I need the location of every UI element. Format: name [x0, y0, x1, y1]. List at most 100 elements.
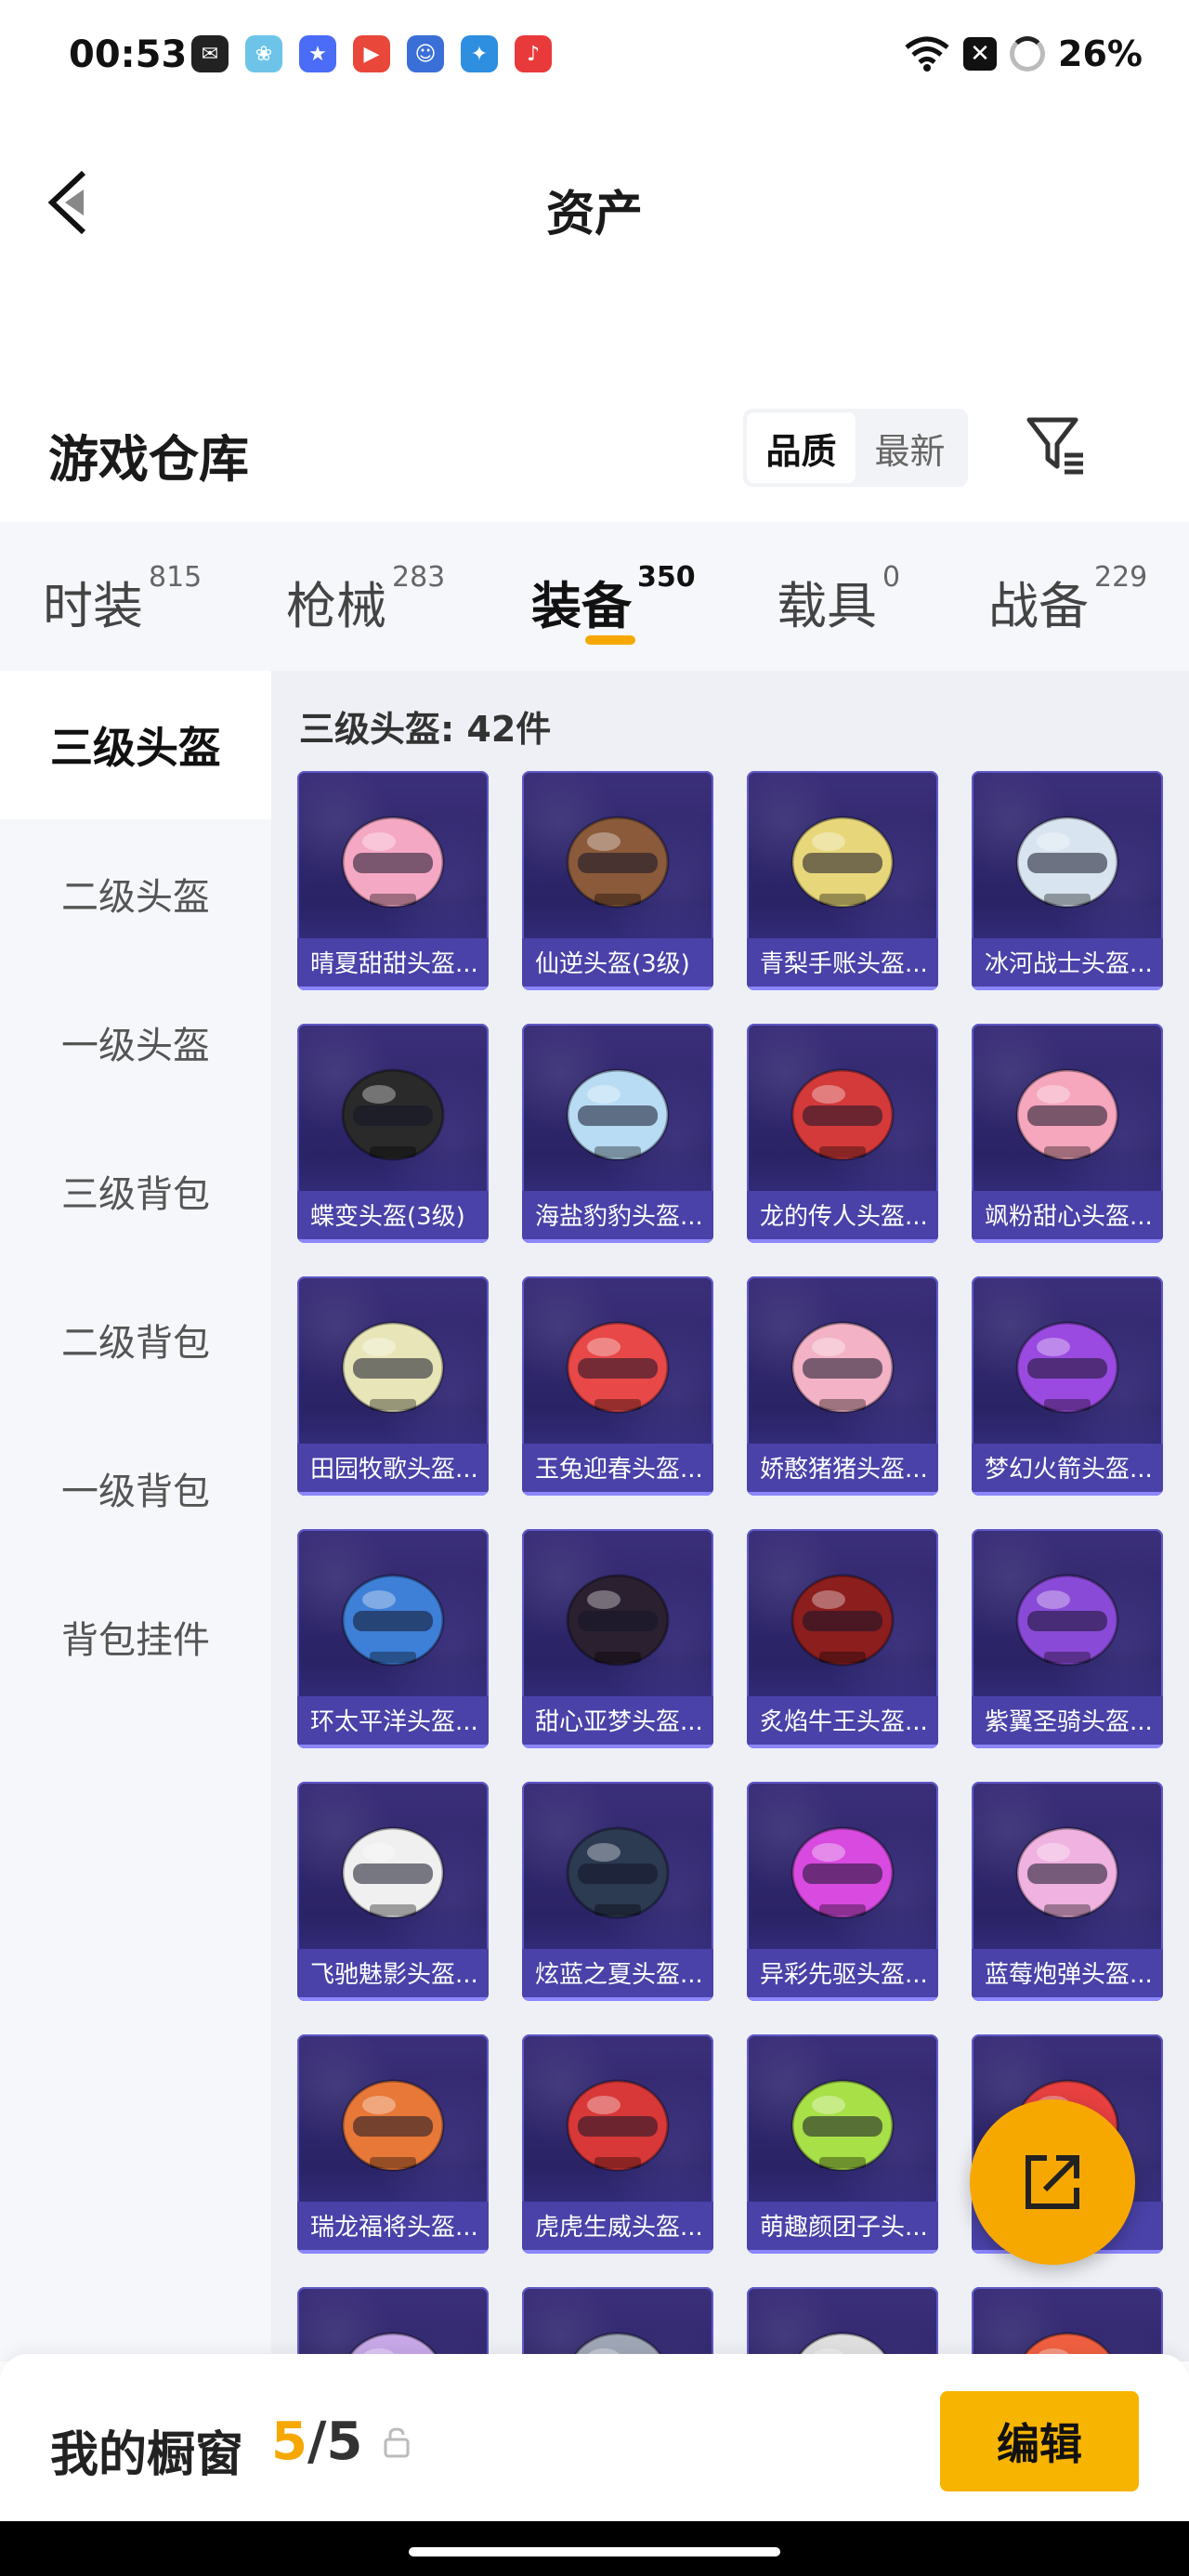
helmet-item-card[interactable]: 异彩先驱头盔... [747, 1782, 938, 2001]
helmet-item-card[interactable]: 飞驰魅影头盔... [297, 1782, 489, 2001]
showcase-count-total: /5 [307, 2412, 363, 2472]
helmet-icon [1015, 1574, 1119, 1667]
lock-icon [384, 2427, 410, 2458]
filter-icon[interactable] [1024, 412, 1089, 477]
helmet-icon [1015, 1826, 1119, 1919]
helmet-item-card[interactable]: 青梨手账头盔... [747, 771, 938, 990]
helmet-item-card[interactable]: 甜心亚梦头盔... [522, 1529, 713, 1748]
tab-fashion[interactable]: 时装 815 [43, 561, 202, 638]
status-app-icons: ✉ ❀ ★ ▶ ☺ ✦ ♪ [191, 35, 552, 72]
sidebar-item-level3-backpack[interactable]: 三级背包 [0, 1117, 271, 1265]
item-name: 梦幻火箭头盔... [972, 1444, 1163, 1496]
tab-count: 815 [149, 561, 203, 594]
warehouse-title: 游戏仓库 [48, 430, 249, 489]
photos-icon: ❀ [245, 35, 282, 72]
helmet-item-card[interactable]: 萌趣颜团子头... [747, 2034, 938, 2254]
item-name: 瑞龙福将头盔... [297, 2202, 489, 2254]
sidebar-item-level1-backpack[interactable]: 一级背包 [0, 1414, 271, 1563]
sidebar-item-level3-helmet[interactable]: 三级头盔 [0, 671, 271, 819]
showcase-count: 5/5 [271, 2412, 362, 2472]
tab-weapons[interactable]: 枪械 283 [286, 561, 445, 638]
helmet-icon [566, 816, 670, 909]
item-name: 田园牧歌头盔... [297, 1444, 489, 1496]
share-button[interactable] [970, 2099, 1135, 2265]
helmet-icon [790, 816, 895, 909]
home-indicator[interactable] [409, 2547, 780, 2556]
helmet-item-card[interactable]: 飒粉甜心头盔... [972, 1024, 1163, 1243]
helmet-item-card[interactable]: 仙逆头盔(3级) [522, 771, 713, 990]
active-tab-indicator [585, 635, 635, 645]
helmet-item-card[interactable]: 晴夏甜甜头盔... [297, 771, 489, 990]
helmet-item-card[interactable]: 娇憨猪猪头盔... [747, 1276, 938, 1496]
item-name: 蓝莓炮弹头盔... [972, 1949, 1163, 2001]
helmet-item-card[interactable]: 海盐豹豹头盔... [522, 1024, 713, 1243]
wechat-icon: ✉ [191, 35, 229, 72]
item-name: 萌趣颜团子头... [747, 2202, 938, 2254]
helmet-item-card[interactable]: 炙焰牛王头盔... [747, 1529, 938, 1748]
helmet-icon [341, 2079, 445, 2172]
tab-vehicles[interactable]: 载具 0 [777, 561, 900, 638]
sidebar: 三级头盔 二级头盔 一级头盔 三级背包 二级背包 一级背包 背包挂件 [0, 671, 271, 2361]
showcase-title: 我的橱窗 [50, 2427, 244, 2483]
helmet-item-card[interactable]: 紫翼圣骑头盔... [972, 1529, 1163, 1748]
helmet-item-card[interactable]: 玉兔迎春头盔... [522, 1276, 713, 1496]
helmet-icon [790, 1068, 895, 1161]
item-name: 炫蓝之夏头盔... [522, 1949, 713, 2001]
tab-label: 枪械 [286, 577, 386, 635]
sort-quality-button[interactable]: 品质 [747, 412, 856, 483]
item-name: 蝶变头盔(3级) [297, 1191, 489, 1243]
tab-label: 装备 [531, 577, 632, 635]
showcase-bar: 我的橱窗 5/5 编辑 [0, 2354, 1189, 2521]
helmet-item-card[interactable]: 蓝莓炮弹头盔... [972, 1782, 1163, 2001]
tab-count: 0 [882, 561, 901, 594]
item-name: 紫翼圣骑头盔... [972, 1696, 1163, 1748]
helmet-item-card[interactable] [522, 2287, 713, 2361]
notification-box-icon: ✕ [963, 37, 998, 71]
page-header: 资产 [0, 111, 1189, 288]
helmet-item-card[interactable]: 蝶变头盔(3级) [297, 1024, 489, 1243]
content-heading: 三级头盔: 42件 [299, 709, 552, 750]
helmet-icon [341, 1068, 445, 1161]
page-title: 资产 [545, 187, 643, 242]
item-name: 海盐豹豹头盔... [522, 1191, 713, 1243]
helmet-item-card[interactable] [747, 2287, 938, 2361]
helmet-item-card[interactable]: 梦幻火箭头盔... [972, 1276, 1163, 1496]
showcase-count-current: 5 [271, 2412, 307, 2472]
music-app-icon: ♪ [515, 35, 552, 72]
helmet-item-card[interactable]: 田园牧歌头盔... [297, 1276, 489, 1496]
item-name: 龙的传人头盔... [747, 1191, 938, 1243]
status-time: 00:53 [69, 33, 188, 76]
status-bar: 00:53 ✉ ❀ ★ ▶ ☺ ✦ ♪ ✕ 26% [0, 0, 1189, 111]
helmet-item-card[interactable] [297, 2287, 489, 2361]
helmet-icon [790, 1321, 895, 1414]
sidebar-item-backpack-charm[interactable]: 背包挂件 [0, 1563, 271, 1711]
sidebar-item-level2-helmet[interactable]: 二级头盔 [0, 819, 271, 968]
helmet-icon [341, 1321, 445, 1414]
helmet-icon [566, 1068, 670, 1161]
sidebar-item-level1-helmet[interactable]: 一级头盔 [0, 968, 271, 1117]
tab-count: 283 [392, 561, 446, 594]
game2-app-icon: ✦ [461, 35, 498, 72]
helmet-item-card[interactable]: 龙的传人头盔... [747, 1024, 938, 1243]
item-name: 异彩先驱头盔... [747, 1949, 938, 2001]
helmet-item-card[interactable]: 炫蓝之夏头盔... [522, 1782, 713, 2001]
tab-supplies[interactable]: 战备 229 [988, 561, 1147, 638]
helmet-item-card[interactable]: 虎虎生威头盔... [522, 2034, 713, 2254]
helmet-icon [790, 1826, 895, 1919]
sidebar-item-level2-backpack[interactable]: 二级背包 [0, 1265, 271, 1414]
game-app-icon: ☺ [407, 35, 444, 72]
item-name: 环太平洋头盔... [297, 1696, 489, 1748]
tab-equipment[interactable]: 装备 350 [531, 561, 696, 638]
helmet-item-card[interactable]: 瑞龙福将头盔... [297, 2034, 489, 2254]
category-tabs: 时装 815 枪械 283 装备 350 载具 0 战备 229 [0, 522, 1189, 671]
helmet-item-card[interactable] [972, 2287, 1163, 2361]
helmet-item-card[interactable]: 环太平洋头盔... [297, 1529, 489, 1748]
helmet-icon [341, 816, 445, 909]
sort-toggle: 品质 最新 [743, 409, 968, 487]
sort-newest-button[interactable]: 最新 [856, 412, 964, 483]
edit-button[interactable]: 编辑 [940, 2391, 1139, 2491]
helmet-icon [566, 1574, 670, 1667]
item-name: 青梨手账头盔... [747, 938, 938, 990]
helmet-item-card[interactable]: 冰河战士头盔... [972, 771, 1163, 990]
item-name: 甜心亚梦头盔... [522, 1696, 713, 1748]
